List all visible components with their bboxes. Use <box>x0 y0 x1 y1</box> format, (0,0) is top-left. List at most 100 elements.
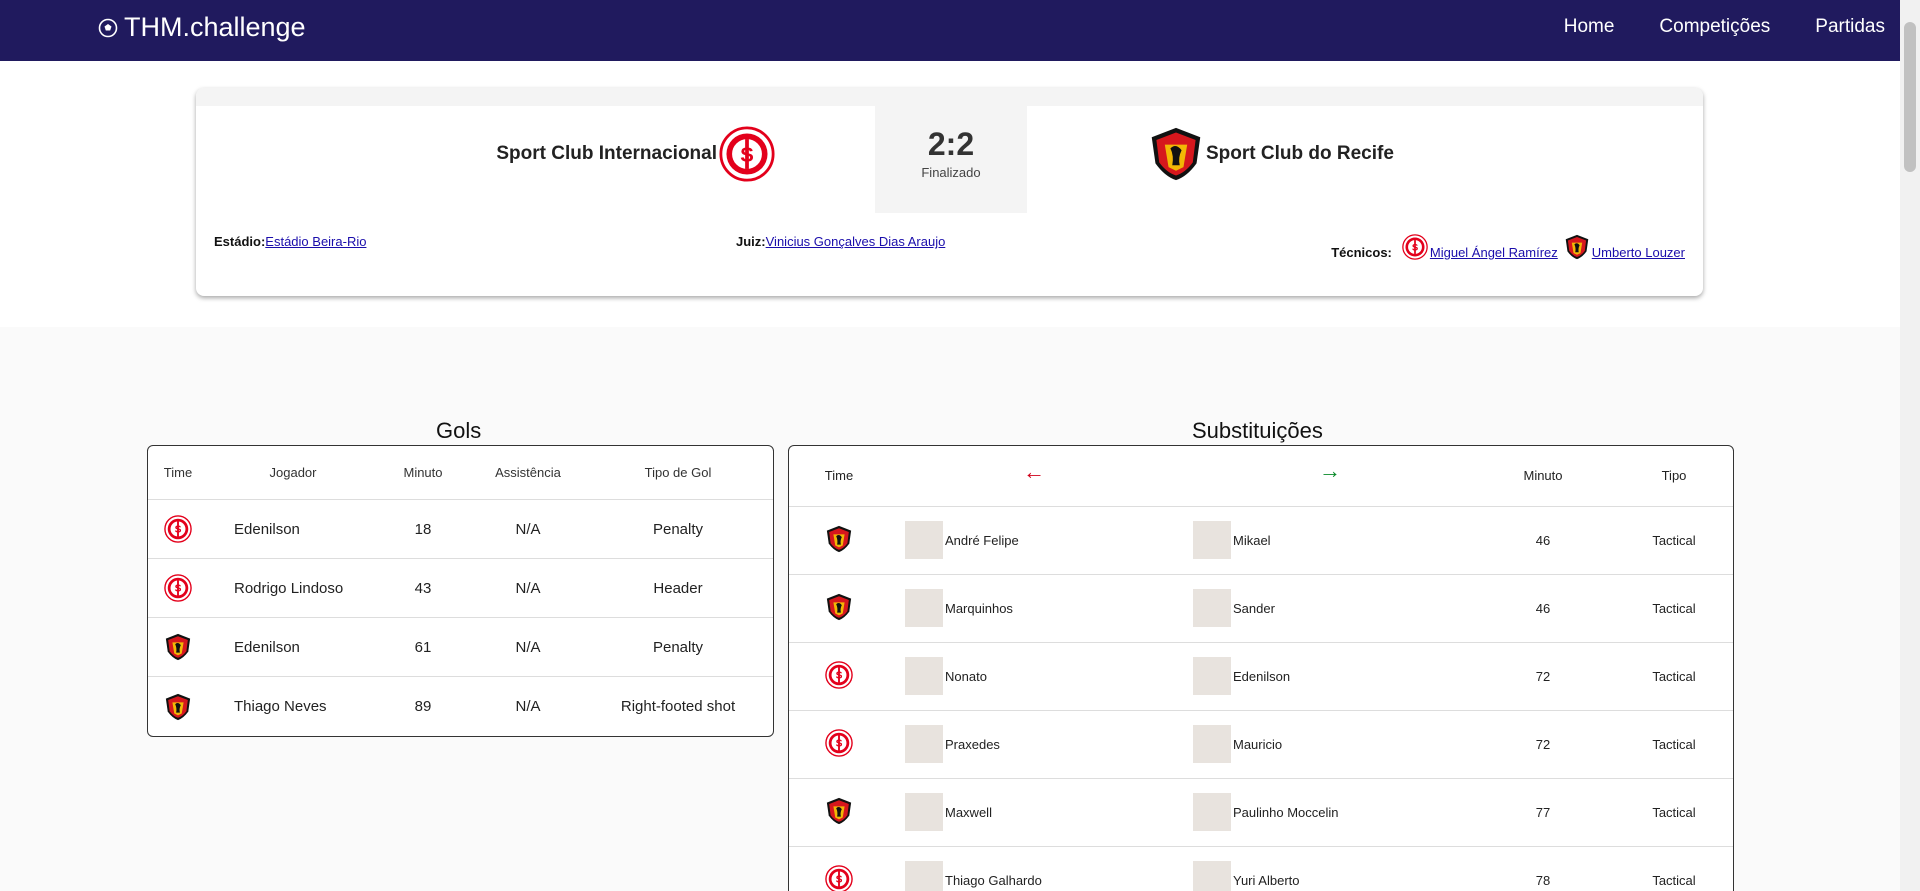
player-photo <box>1193 521 1231 559</box>
goal-assist: N/A <box>515 520 541 538</box>
brand-logo[interactable]: THM.challenge <box>98 12 306 43</box>
player-photo <box>1193 725 1231 763</box>
internacional-crest-icon <box>825 729 853 757</box>
nav-home[interactable]: Home <box>1564 16 1615 38</box>
internacional-crest-icon <box>825 661 853 689</box>
goal-assist: N/A <box>515 638 541 656</box>
goals-col-assist: Assistência <box>495 465 561 480</box>
sport-crest-icon <box>1564 234 1590 260</box>
sub-minute: 72 <box>1535 737 1551 752</box>
player-photo <box>1193 589 1231 627</box>
player-in: Mikael <box>1233 532 1271 548</box>
sub-minute: 46 <box>1535 601 1551 616</box>
player-out: Maxwell <box>945 804 992 820</box>
away-team: Sport Club do Recife <box>1148 126 1394 182</box>
table-row: André Felipe Mikael 46 Tactical <box>789 506 1733 574</box>
subs-title: Substituições <box>1192 418 1323 443</box>
nav-competitions[interactable]: Competições <box>1659 16 1770 38</box>
player-out: Thiago Galhardo <box>945 872 1042 888</box>
sport-crest-icon <box>825 797 853 825</box>
away-coach-link[interactable]: Umberto Louzer <box>1592 245 1685 260</box>
table-row: Praxedes Mauricio 72 Tactical <box>789 710 1733 778</box>
sub-type: Tactical <box>1652 601 1696 616</box>
goal-minute: 43 <box>414 579 432 597</box>
table-row: Thiago Galhardo Yuri Alberto 78 Tactical <box>789 846 1733 891</box>
player-in: Yuri Alberto <box>1233 872 1300 888</box>
sub-minute: 78 <box>1535 873 1551 888</box>
player-photo <box>1193 793 1231 831</box>
table-row: Thiago Neves 89 N/A Right-footed shot <box>148 676 773 736</box>
sub-minute: 77 <box>1535 805 1551 820</box>
sub-type: Tactical <box>1652 873 1696 888</box>
goals-col-player: Jogador <box>269 465 317 480</box>
goal-player: Edenilson <box>234 520 300 538</box>
player-out: Nonato <box>945 668 987 684</box>
goal-type: Penalty <box>652 638 704 656</box>
referee-info: Juiz:Vinicius Gonçalves Dias Araujo <box>736 234 945 249</box>
goals-col-minute: Minuto <box>403 465 443 480</box>
goal-type: Penalty <box>652 520 704 538</box>
goal-minute: 18 <box>414 520 432 538</box>
stadium-link[interactable]: Estádio Beira-Rio <box>265 234 366 249</box>
home-team: Sport Club Internacional <box>496 126 775 182</box>
goal-minute: 89 <box>414 698 432 715</box>
card-top-strip <box>196 88 1703 106</box>
sub-type: Tactical <box>1652 737 1696 752</box>
away-team-name: Sport Club do Recife <box>1206 143 1394 164</box>
table-row: Nonato Edenilson 72 Tactical <box>789 642 1733 710</box>
nav-matches[interactable]: Partidas <box>1815 16 1885 38</box>
score-box: 2:2 Finalizado <box>875 106 1027 213</box>
brand-text: THM.challenge <box>124 12 306 42</box>
away-coach: Umberto Louzer <box>1564 234 1685 260</box>
sport-crest-icon <box>164 693 192 721</box>
player-out: Praxedes <box>945 736 1000 752</box>
sport-crest-icon <box>825 525 853 553</box>
home-coach-link[interactable]: Miguel Ángel Ramírez <box>1430 245 1558 260</box>
stadium-label: Estádio: <box>214 234 266 249</box>
goal-player: Thiago Neves <box>234 698 327 715</box>
table-row: Rodrigo Lindoso 43 N/A Header <box>148 558 773 617</box>
home-coach: Miguel Ángel Ramírez <box>1402 234 1558 260</box>
player-in: Paulinho Moccelin <box>1233 804 1339 820</box>
scrollbar-thumb[interactable] <box>1904 22 1916 172</box>
player-out: Marquinhos <box>945 600 1013 616</box>
internacional-crest-icon <box>164 574 192 602</box>
goal-player: Rodrigo Lindoso <box>234 579 344 597</box>
player-in: Sander <box>1233 600 1275 616</box>
goal-type: Right-footed shot <box>620 698 736 715</box>
match-status: Finalizado <box>921 165 981 180</box>
nav-links: Home Competições Partidas <box>1564 16 1885 38</box>
sub-minute: 72 <box>1535 669 1551 684</box>
table-row: Edenilson 61 N/A Penalty <box>148 617 773 676</box>
player-in: Edenilson <box>1233 668 1291 684</box>
goals-title: Gols <box>436 418 482 443</box>
match-card: Sport Club Internacional 2:2 Finalizado … <box>196 88 1703 296</box>
page-scrollbar[interactable] <box>1900 0 1920 891</box>
player-in: Mauricio <box>1233 736 1283 752</box>
player-out: André Felipe <box>945 532 1019 548</box>
sport-crest-icon <box>825 593 853 621</box>
goals-table: Time Jogador Minuto Assistência Tipo de … <box>147 445 774 737</box>
table-row: Edenilson 18 N/A Penalty <box>148 499 773 558</box>
goal-player: Edenilson <box>234 638 300 656</box>
goal-assist: N/A <box>515 579 541 597</box>
goal-minute: 61 <box>414 638 432 656</box>
goals-header-row: Time Jogador Minuto Assistência Tipo de … <box>148 446 773 499</box>
coaches-info: Técnicos: Miguel Ángel Ramírez Umberto L… <box>1331 234 1685 260</box>
player-photo <box>1193 657 1231 695</box>
sub-type: Tactical <box>1652 669 1696 684</box>
top-navbar: THM.challenge Home Competições Partidas <box>0 0 1900 61</box>
sport-crest-icon <box>164 633 192 661</box>
coaches-label: Técnicos: <box>1331 245 1392 260</box>
soccer-ball-icon <box>98 18 118 37</box>
match-score: 2:2 <box>927 126 975 162</box>
stadium-info: Estádio:Estádio Beira-Rio <box>214 234 366 249</box>
sub-type: Tactical <box>1652 805 1696 820</box>
player-photo <box>905 589 943 627</box>
goal-type: Header <box>653 579 703 597</box>
referee-link[interactable]: Vinicius Gonçalves Dias Araujo <box>766 234 946 249</box>
internacional-crest-icon <box>1402 234 1428 260</box>
home-team-name: Sport Club Internacional <box>496 143 717 164</box>
subs-col-minute: Minuto <box>1523 468 1563 483</box>
internacional-crest-icon <box>719 126 775 182</box>
